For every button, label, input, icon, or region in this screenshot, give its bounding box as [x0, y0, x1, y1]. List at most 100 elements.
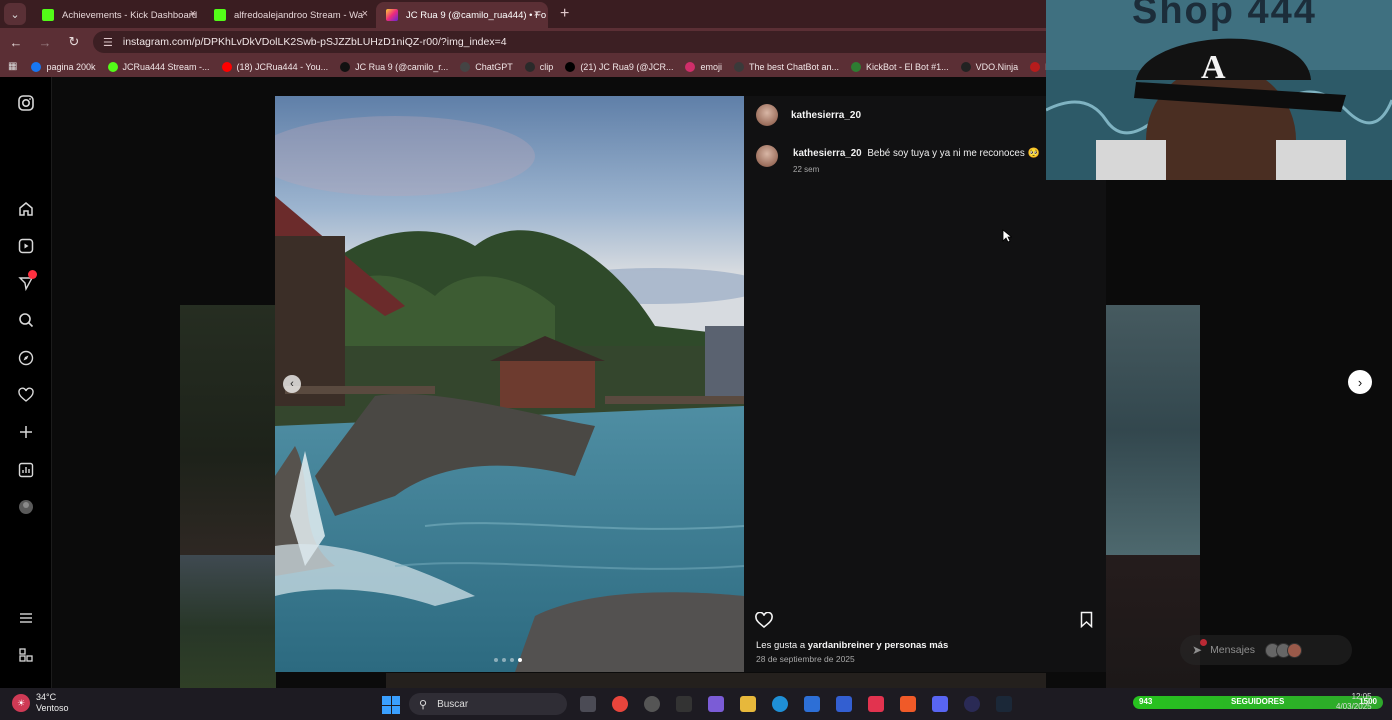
bookmark-item[interactable]: The best ChatBot an... — [733, 61, 839, 72]
app-icon[interactable] — [644, 696, 660, 712]
create-icon[interactable] — [16, 423, 36, 443]
likes-suffix: y personas más — [873, 640, 949, 651]
task-view-icon[interactable] — [580, 696, 596, 712]
file-explorer-icon[interactable] — [740, 696, 756, 712]
post-photo[interactable] — [275, 96, 744, 672]
bookmark-item[interactable]: JCRua444 Stream -... — [107, 61, 210, 72]
followers-label: SEGUIDORES — [1231, 697, 1285, 706]
close-icon[interactable]: × — [534, 8, 540, 20]
likes-user[interactable]: yardanibreiner — [808, 640, 874, 651]
avatar — [1287, 642, 1303, 658]
bookmark-label: clip — [539, 61, 554, 72]
reload-icon[interactable]: ↻ — [61, 34, 87, 50]
likes-summary[interactable]: Les gusta a yardanibreiner y personas má… — [756, 640, 948, 651]
weather-widget[interactable]: ☀ 34°C Ventoso — [12, 692, 69, 714]
direct-icon[interactable] — [16, 270, 37, 294]
tab-search-button[interactable]: ⌄ — [4, 3, 26, 25]
bookmark-label: (18) JCRua444 - You... — [236, 61, 329, 72]
bookmark-item[interactable]: KickBot - El Bot #1... — [851, 61, 949, 72]
bookmark-item[interactable]: clip — [524, 61, 554, 72]
feed-thumbnail[interactable] — [180, 555, 276, 688]
weather-temperature: 34°C — [36, 692, 57, 702]
roblox-icon[interactable] — [836, 696, 852, 712]
steam-icon[interactable] — [996, 696, 1012, 712]
messages-button[interactable]: ➤ Mensajes — [1180, 635, 1352, 665]
feed-thumbnail-strip — [386, 673, 1046, 688]
store-icon[interactable] — [804, 696, 820, 712]
next-post-button[interactable]: › — [1348, 370, 1372, 394]
url-text: instagram.com/p/DPKhLvDkVDolLK2Swb-pSJZZ… — [122, 36, 507, 48]
tab-instagram[interactable]: JC Rua 9 (@camilo_rua444) • Fo × — [376, 2, 548, 28]
discord-icon[interactable] — [932, 696, 948, 712]
obs-icon[interactable] — [964, 696, 980, 712]
heart-icon[interactable] — [16, 386, 36, 406]
svg-text:A: A — [1201, 49, 1226, 86]
bookmark-icon[interactable] — [1080, 611, 1093, 629]
post-author-username[interactable]: kathesierra_20 — [791, 110, 861, 121]
comment-timestamp[interactable]: 22 sem — [793, 165, 819, 174]
search-icon: ⚲ — [419, 698, 428, 711]
site-settings-icon[interactable]: ☰ — [103, 36, 113, 49]
instagram-sidebar — [0, 77, 52, 688]
weather-condition: Ventoso — [36, 703, 69, 713]
clock-date: 4/03/2025 — [1336, 702, 1372, 711]
feed-thumbnail[interactable] — [180, 305, 276, 555]
tab-alfredo-stream[interactable]: alfredoalejandroo Stream - Wa × — [204, 2, 376, 28]
copilot-icon[interactable] — [708, 696, 724, 712]
tab-kick-dashboard[interactable]: Achievements - Kick Dashboard × — [32, 2, 204, 28]
comment-avatar[interactable] — [756, 145, 778, 167]
brave-icon[interactable] — [900, 696, 916, 712]
avatar[interactable] — [756, 104, 778, 126]
feed-thumbnail[interactable] — [1106, 555, 1200, 688]
close-icon[interactable]: × — [362, 8, 368, 20]
system-clock[interactable]: 12:05 4/03/2025 — [1336, 692, 1372, 712]
like-heart-icon[interactable] — [755, 611, 773, 633]
kick-icon — [107, 61, 118, 72]
bookmark-item[interactable]: pagina 200k — [31, 61, 96, 72]
x-icon — [565, 61, 576, 72]
close-icon[interactable]: × — [190, 8, 196, 20]
feed-thumbnail[interactable] — [1106, 305, 1200, 555]
comment-username[interactable]: kathesierra_20 — [793, 148, 862, 159]
edge-icon[interactable] — [772, 696, 788, 712]
explore-icon[interactable] — [16, 349, 36, 369]
instagram-logo-icon[interactable] — [16, 94, 36, 114]
chrome-icon[interactable] — [612, 696, 628, 712]
bookmark-item[interactable]: (18) JCRua444 - You... — [221, 61, 329, 72]
test-icon — [1030, 61, 1041, 72]
windows-start-icon[interactable] — [382, 696, 400, 714]
apps-grid-icon[interactable]: ▦ — [8, 61, 17, 72]
back-arrow-icon[interactable]: ← — [3, 35, 29, 50]
post-date[interactable]: 28 de septiembre de 2025 — [756, 654, 855, 664]
search-icon[interactable] — [16, 311, 36, 331]
direct-message-icon: ➤ — [1192, 639, 1207, 657]
previous-image-button[interactable]: ‹ — [283, 375, 301, 393]
address-bar[interactable]: ☰ instagram.com/p/DPKhLvDkVDolLK2Swb-pSJ… — [93, 31, 1093, 53]
bookmark-item[interactable]: ChatGPT — [460, 61, 513, 72]
comment: kathesierra_20 Bebé soy tuya y ya ni me … — [793, 148, 1040, 159]
carousel-dots — [494, 658, 522, 662]
bookmark-item[interactable]: JC Rua 9 (@camilo_r... — [340, 61, 448, 72]
tiktok-icon[interactable] — [868, 696, 884, 712]
waterfall-landscape-image — [275, 96, 744, 672]
app-icon[interactable] — [676, 696, 692, 712]
taskbar-search-box[interactable]: ⚲ Buscar — [409, 693, 567, 715]
carousel-dot — [510, 658, 514, 662]
profile-avatar[interactable] — [16, 498, 36, 518]
instagram-icon — [386, 9, 398, 21]
windows-taskbar: ☀ 34°C Ventoso ⚲ Buscar 943 SEGUIDORES 1… — [0, 688, 1392, 720]
bookmark-label: pagina 200k — [46, 61, 96, 72]
more-apps-icon[interactable] — [16, 646, 36, 666]
reels-icon[interactable] — [16, 237, 36, 257]
new-tab-button[interactable]: + — [560, 5, 569, 23]
bookmark-item[interactable]: VDO.Ninja — [960, 61, 1018, 72]
carousel-dot — [502, 658, 506, 662]
dashboard-icon[interactable] — [16, 461, 36, 481]
home-icon[interactable] — [16, 200, 36, 220]
bookmark-item[interactable]: (21) JC Rua9 (@JCR... — [565, 61, 673, 72]
bookmark-item[interactable]: emoji — [685, 61, 722, 72]
tab-title: alfredoalejandroo Stream - Wa — [234, 9, 364, 21]
facebook-icon — [31, 61, 42, 72]
forward-arrow-icon[interactable]: → — [32, 35, 58, 50]
menu-icon[interactable] — [16, 609, 36, 629]
